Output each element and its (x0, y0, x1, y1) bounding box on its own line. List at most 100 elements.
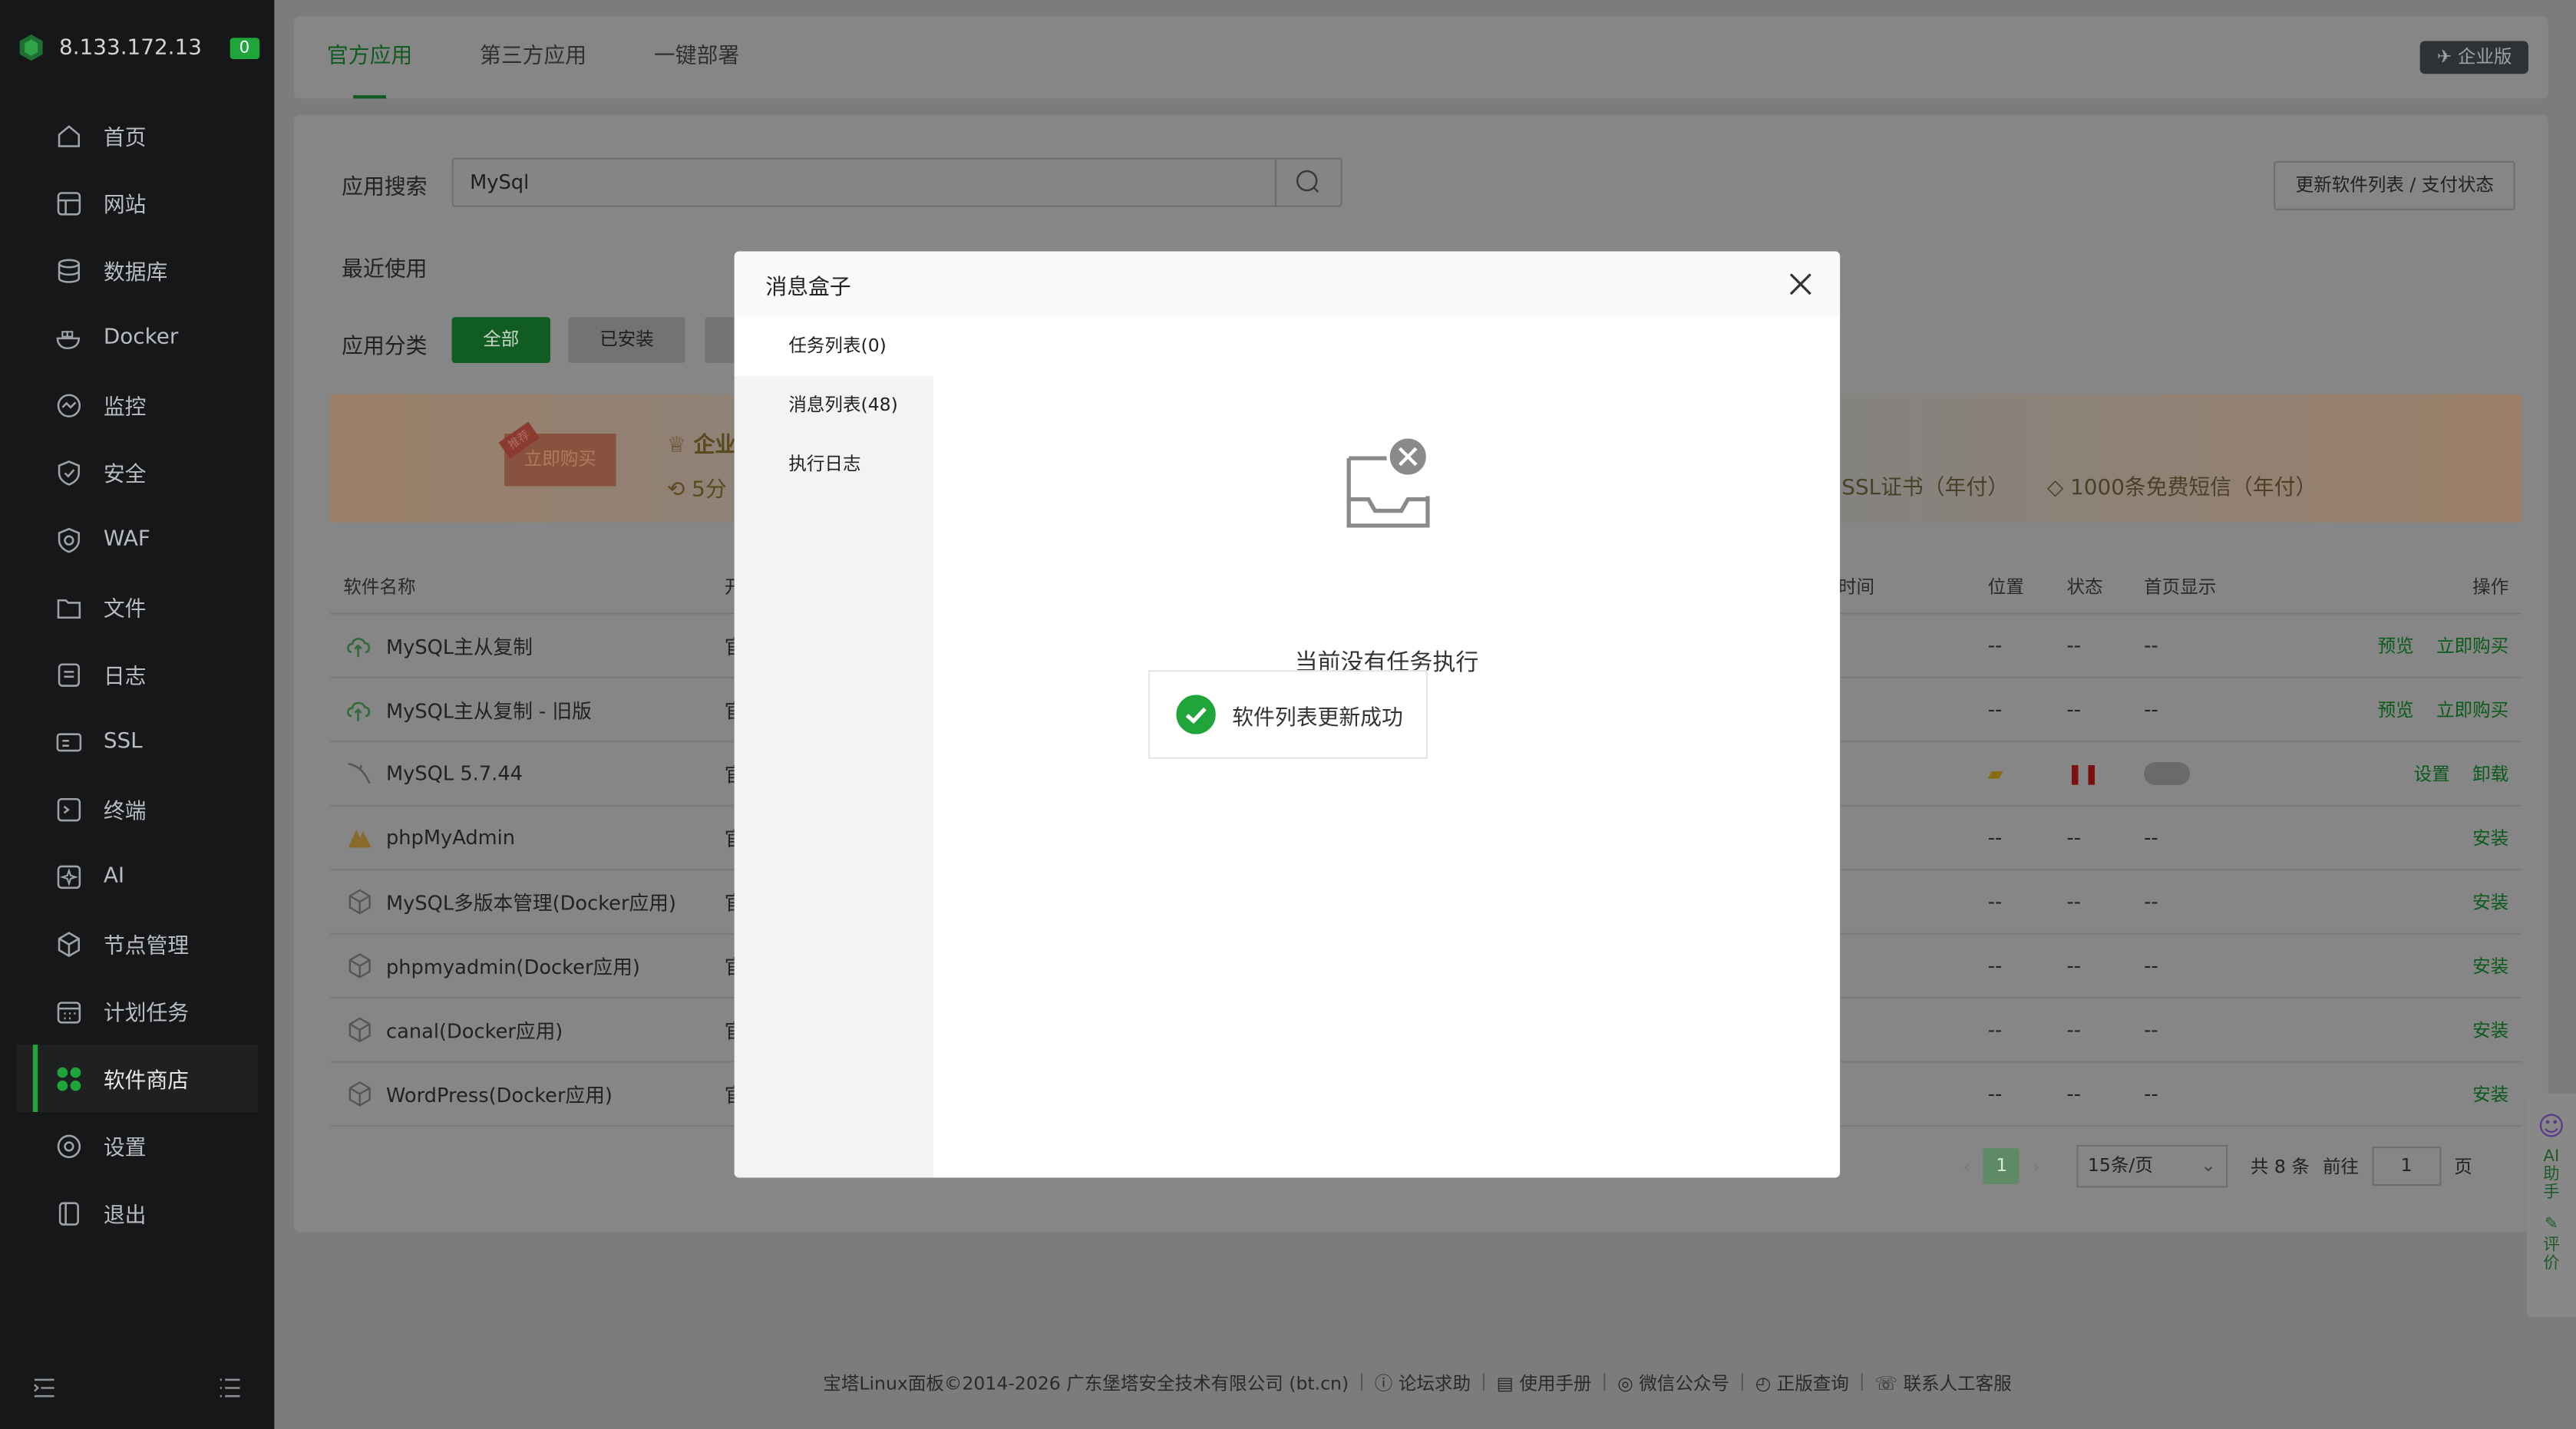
help-icon: ⓘ (1374, 1373, 1399, 1395)
ai-assistant-sidebar[interactable]: ☺ AI助手 ✎ 评价 (2526, 1094, 2576, 1318)
operations-cell: 安装 (2472, 1017, 2508, 1043)
op-link[interactable]: 预览 (2378, 635, 2414, 657)
header-operation: 操作 (2472, 576, 2509, 597)
tab-third-party-apps[interactable]: 第三方应用 (480, 16, 586, 98)
op-link[interactable]: 安装 (2472, 956, 2508, 978)
next-page-icon[interactable]: › (2033, 1156, 2039, 1177)
operations-cell: 安装 (2472, 889, 2508, 915)
status-value: -- (2066, 826, 2082, 850)
op-link[interactable]: 安装 (2472, 828, 2508, 850)
op-link[interactable]: 卸载 (2472, 764, 2508, 785)
sidebar-item-0[interactable]: 首页 (0, 102, 274, 170)
node-icon (58, 931, 81, 957)
sidebar-item-16[interactable]: 退出 (0, 1180, 274, 1247)
contact-support-link[interactable]: ☏ 联系人工客服 (1874, 1370, 2011, 1396)
bt-logo-icon (19, 34, 43, 61)
op-link[interactable]: 设置 (2414, 764, 2450, 785)
tab-one-click-deploy[interactable]: 一键部署 (654, 16, 739, 98)
notification-badge[interactable]: 0 (229, 37, 260, 58)
sidebar-item-6[interactable]: WAF (0, 506, 274, 573)
search-icon[interactable] (1274, 159, 1341, 206)
sidebar-item-14[interactable]: 软件商店 (16, 1045, 259, 1112)
sidebar-item-15[interactable]: 设置 (0, 1112, 274, 1180)
op-link[interactable]: 安装 (2472, 892, 2508, 913)
category-all-button[interactable]: 全部 (451, 317, 551, 363)
tab-official-apps[interactable]: 官方应用 (327, 16, 412, 99)
side-item-task-list[interactable]: 任务列表(0) (734, 317, 933, 377)
update-software-list-button[interactable]: 更新软件列表 / 支付状态 (2274, 160, 2515, 210)
op-link[interactable]: 安装 (2472, 1020, 2508, 1041)
forum-help-label: 论坛求助 (1398, 1373, 1471, 1395)
prev-page-icon[interactable]: ‹ (1963, 1156, 1970, 1177)
list-menu-icon[interactable] (219, 1378, 242, 1398)
sidebar-item-10[interactable]: 终端 (0, 775, 274, 843)
position-value: -- (1987, 634, 2003, 658)
shield-icon (58, 459, 81, 485)
sidebar-item-label: 文件 (103, 598, 147, 623)
sidebar-item-3[interactable]: Docker (0, 304, 274, 371)
sidebar-item-11[interactable]: AI (0, 843, 274, 910)
home-display-value: -- (2144, 698, 2158, 721)
phpmyadmin-icon (348, 829, 372, 848)
sidebar-header: 8.133.172.13 0 (16, 23, 263, 72)
software-name-cell: MySQL多版本管理(Docker应用) (343, 886, 676, 919)
wechat-link[interactable]: ◎ 微信公众号 (1617, 1370, 1729, 1396)
sidebar-item-4[interactable]: 监控 (0, 371, 274, 439)
rate-label[interactable]: 评价 (2541, 1237, 2561, 1273)
search-input[interactable]: MySql (451, 157, 1342, 207)
pause-icon[interactable]: ❚❚ (2067, 762, 2100, 785)
recent-used-label: 最近使用 (342, 258, 428, 283)
op-link[interactable]: 预览 (2378, 700, 2414, 721)
sidebar-item-9[interactable]: SSL (0, 708, 274, 775)
operations-cell: 安装 (2472, 824, 2508, 850)
folder-icon (57, 598, 81, 618)
page-size-value: 15条/页 (2087, 1154, 2153, 1177)
software-name: WordPress(Docker应用) (385, 1083, 613, 1107)
manual-link[interactable]: ▤ 使用手册 (1497, 1370, 1592, 1396)
sidebar-item-7[interactable]: 文件 (0, 573, 274, 641)
side-item-message-list[interactable]: 消息列表(48) (735, 376, 933, 435)
sidebar-item-2[interactable]: 数据库 (0, 236, 274, 304)
dialog-title: 消息盒子 (765, 275, 851, 300)
page-size-select[interactable]: 15条/页 ⌄ (2076, 1144, 2228, 1188)
goto-page-input[interactable]: 1 (2372, 1146, 2442, 1186)
success-toast: 软件列表更新成功 (1148, 670, 1428, 759)
close-icon[interactable] (1788, 271, 1814, 297)
side-item-execution-log[interactable]: 执行日志 (735, 435, 933, 494)
banner-enterprise-text: ♕ 企业 (667, 427, 736, 458)
sidebar-item-13[interactable]: 计划任务 (0, 977, 274, 1045)
sidebar-item-label: 数据库 (103, 261, 168, 286)
ai-assistant-label[interactable]: AI助手 (2541, 1148, 2561, 1203)
enterprise-button[interactable]: ✈ 企业版 (2420, 41, 2528, 74)
home-display-toggle[interactable] (2144, 762, 2191, 786)
op-link[interactable]: 安装 (2472, 1084, 2508, 1106)
software-name-cell: MySQL主从复制 - 旧版 (343, 693, 592, 726)
sidebar-item-1[interactable]: 网站 (0, 169, 274, 236)
page-number-current[interactable]: 1 (1983, 1148, 2020, 1185)
status-value: -- (2066, 954, 2082, 978)
header-position: 位置 (1987, 576, 2024, 597)
collapse-menu-icon[interactable] (33, 1378, 56, 1398)
sidebar-item-label: 计划任务 (103, 1002, 190, 1027)
page-unit-label: 页 (2454, 1156, 2472, 1178)
total-count: 共 8 条 (2250, 1156, 2310, 1178)
genuine-check-link[interactable]: ◴ 正版查询 (1755, 1370, 1849, 1396)
op-link[interactable]: 立即购买 (2436, 635, 2508, 657)
sidebar-item-5[interactable]: 安全 (0, 438, 274, 506)
software-name-cell: canal(Docker应用) (343, 1014, 563, 1047)
folder-icon[interactable]: ▰ (1988, 762, 2003, 785)
op-link[interactable]: 立即购买 (2436, 700, 2508, 721)
category-installed-button[interactable]: 已安装 (568, 317, 685, 363)
software-name: phpmyadmin(Docker应用) (385, 955, 640, 979)
search-value: MySql (470, 170, 530, 194)
sidebar-item-8[interactable]: 日志 (0, 641, 274, 708)
op-separator: | (2458, 764, 2465, 786)
box-icon (348, 1017, 371, 1043)
sidebar-item-12[interactable]: 节点管理 (0, 910, 274, 978)
dialog-header: 消息盒子 (734, 251, 1841, 318)
status-value: -- (2066, 698, 2082, 721)
headset-icon: ☏ (1874, 1373, 1904, 1395)
software-name-cell: MySQL主从复制 (343, 629, 533, 662)
position-value: -- (1987, 890, 2003, 913)
forum-help-link[interactable]: ⓘ 论坛求助 (1375, 1370, 1471, 1396)
